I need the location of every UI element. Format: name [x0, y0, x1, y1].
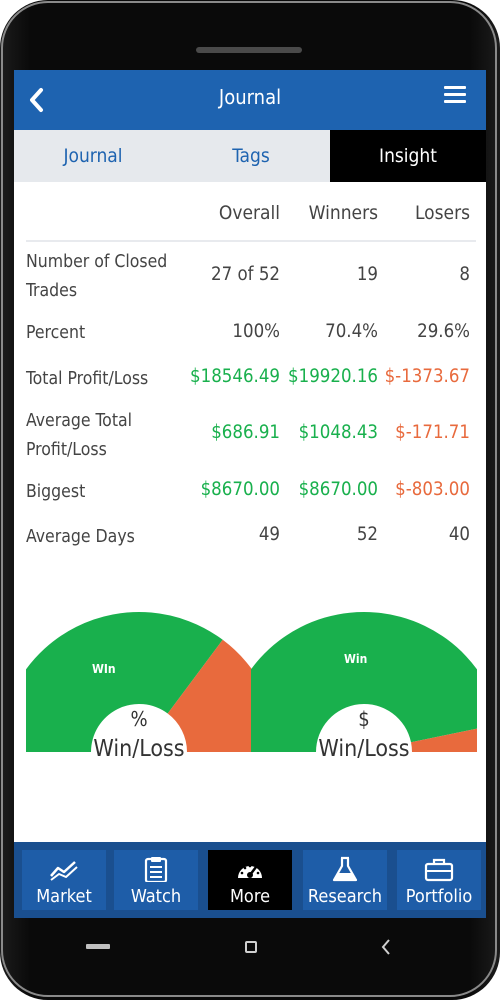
dollar-gauge-caption: Win/Loss	[318, 736, 410, 762]
bottom-navigation: Market Watch More Research Portfolio	[14, 842, 486, 918]
page-title: Journal	[218, 85, 282, 109]
percent-gauge-win-label: WIn	[92, 662, 116, 676]
phone-speaker	[196, 47, 302, 53]
nav-more-label: More	[229, 886, 271, 907]
average-days-losers: 40	[448, 524, 470, 545]
nav-watch[interactable]: Watch	[114, 850, 198, 910]
tab-journal[interactable]: Journal	[14, 130, 172, 182]
row-label-biggest: Biggest	[26, 482, 86, 502]
total-pl-losers: $-1373.67	[384, 366, 470, 387]
percent-winners: 70.4%	[325, 321, 378, 342]
app-screen: Journal Journal Tags Insight Overall Win…	[14, 70, 486, 918]
app-bar: Journal	[14, 70, 486, 130]
briefcase-icon	[424, 858, 454, 882]
system-back-icon[interactable]	[380, 938, 392, 956]
nav-more[interactable]: More	[208, 850, 292, 910]
biggest-winners: $8670.00	[298, 479, 378, 500]
nav-market-label: Market	[36, 886, 92, 907]
gauge-win-segment	[251, 612, 477, 752]
percent-gauge-caption: Win/Loss	[93, 736, 185, 762]
row-label-average-total-profit-loss: Average Total Profit/Loss	[26, 411, 133, 460]
tab-insight[interactable]: Insight	[330, 130, 486, 182]
row-label-average-days: Average Days	[26, 527, 135, 547]
clipboard-icon	[144, 857, 168, 882]
avg-pl-losers: $-171.71	[395, 422, 470, 443]
avg-pl-overall: $686.91	[211, 422, 280, 443]
column-header-losers: Losers	[415, 202, 470, 224]
header-divider	[26, 240, 476, 242]
row-label-closed-trades: Number of Closed Trades	[26, 252, 168, 301]
percent-losers: 29.6%	[417, 321, 470, 342]
total-pl-overall: $18546.49	[190, 366, 280, 387]
nav-portfolio-label: Portfolio	[405, 886, 473, 907]
nav-watch-label: Watch	[130, 886, 182, 907]
tab-bar: Journal Tags Insight	[14, 130, 486, 182]
column-header-overall: Overall	[218, 202, 280, 224]
nav-research[interactable]: Research	[303, 850, 387, 910]
percent-gauge-symbol: %	[130, 707, 148, 731]
avg-pl-winners: $1048.43	[298, 422, 378, 443]
column-header-winners: Winners	[308, 202, 378, 224]
percent-overall: 100%	[232, 321, 280, 342]
average-days-overall: 49	[258, 524, 280, 545]
nav-market[interactable]: Market	[22, 850, 106, 910]
closed-trades-overall: 27 of 52	[211, 264, 280, 285]
home-icon[interactable]	[245, 941, 257, 953]
hamburger-menu-icon[interactable]	[444, 86, 466, 104]
average-days-winners: 52	[356, 524, 378, 545]
total-pl-winners: $19920.16	[288, 366, 378, 387]
nav-portfolio[interactable]: Portfolio	[397, 850, 481, 910]
flask-icon	[332, 856, 358, 882]
closed-trades-winners: 19	[356, 264, 378, 285]
recent-apps-icon[interactable]	[86, 944, 110, 949]
speedometer-icon	[238, 864, 262, 878]
closed-trades-losers: 8	[459, 264, 470, 285]
biggest-overall: $8670.00	[200, 479, 280, 500]
dollar-gauge-symbol: $	[358, 707, 370, 731]
chart-trend-icon	[50, 861, 78, 881]
row-label-percent: Percent	[26, 323, 86, 343]
win-loss-gauges: WIn % Win/Loss Win $ Win/Loss	[14, 600, 486, 762]
biggest-losers: $-803.00	[395, 479, 470, 500]
tab-tags[interactable]: Tags	[172, 130, 330, 182]
nav-research-label: Research	[307, 886, 383, 907]
phone-frame: Journal Journal Tags Insight Overall Win…	[0, 0, 500, 1000]
dollar-gauge-win-label: Win	[344, 652, 368, 666]
row-label-total-profit-loss: Total Profit/Loss	[26, 369, 149, 389]
